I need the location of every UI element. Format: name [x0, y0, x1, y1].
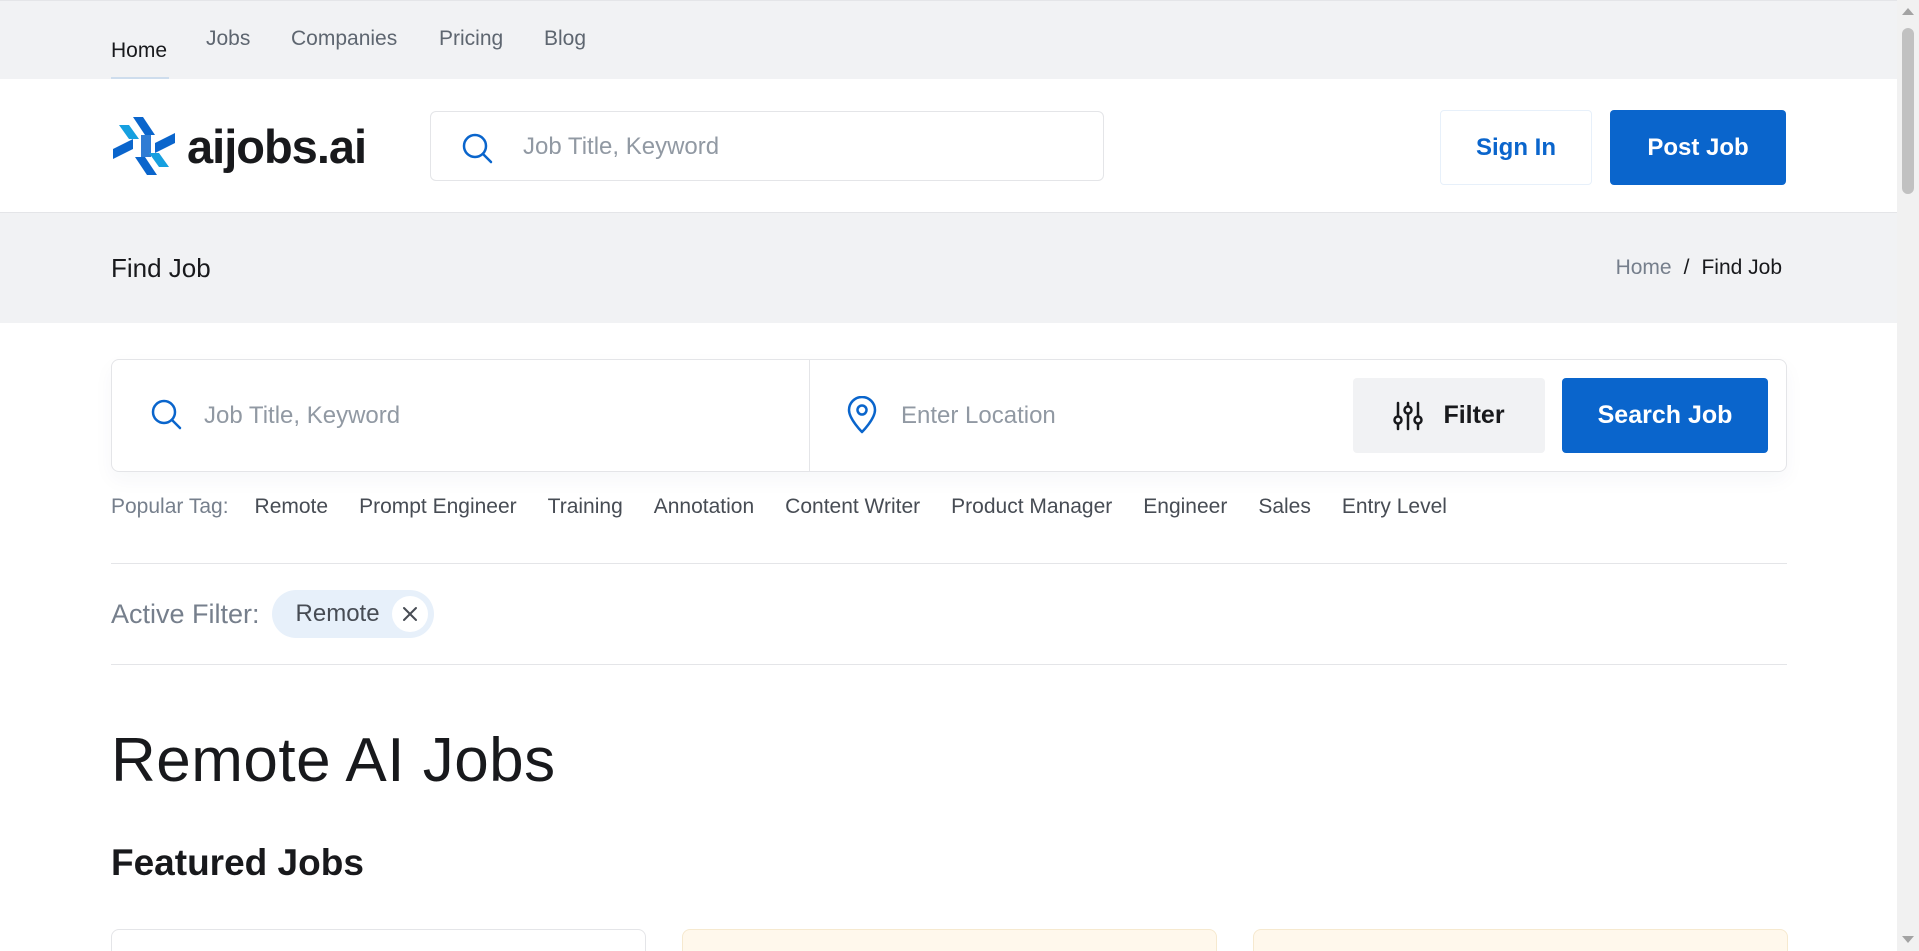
popular-tag[interactable]: Annotation — [654, 495, 754, 519]
job-card[interactable] — [111, 929, 646, 951]
logo-icon — [113, 117, 175, 175]
breadcrumb-current: Find Job — [1701, 256, 1782, 279]
popular-tag[interactable]: Prompt Engineer — [359, 495, 517, 519]
keyword-input[interactable] — [202, 395, 766, 437]
scroll-down-arrow-icon[interactable] — [1902, 936, 1914, 943]
close-icon — [402, 607, 417, 621]
divider — [111, 563, 1787, 564]
breadcrumb: Home / Find Job — [1616, 256, 1782, 280]
scrollbar-thumb[interactable] — [1902, 28, 1914, 194]
job-card[interactable] — [1253, 929, 1788, 951]
popular-tags: Popular Tag: Remote Prompt Engineer Trai… — [111, 492, 1478, 522]
sign-in-button[interactable]: Sign In — [1440, 110, 1592, 185]
scroll-up-arrow-icon[interactable] — [1902, 8, 1914, 15]
popular-tag[interactable]: Sales — [1258, 495, 1311, 519]
post-job-button[interactable]: Post Job — [1610, 110, 1786, 185]
filter-chip-label: Remote — [295, 600, 380, 627]
divider — [111, 664, 1787, 665]
vertical-scrollbar[interactable] — [1897, 0, 1919, 951]
popular-tag[interactable]: Remote — [255, 495, 329, 519]
job-search-panel: Filter Search Job — [111, 359, 1787, 472]
nav-jobs[interactable]: Jobs — [206, 27, 250, 51]
nav-blog[interactable]: Blog — [544, 27, 586, 51]
filter-button-label: Filter — [1443, 401, 1505, 429]
active-filters: Active Filter: Remote — [111, 590, 434, 638]
header-search[interactable] — [430, 111, 1104, 181]
filter-chip: Remote — [271, 590, 434, 638]
popular-tags-label: Popular Tag: — [111, 495, 229, 518]
search-icon — [462, 133, 493, 164]
header-search-input[interactable] — [521, 126, 1085, 168]
nav-companies[interactable]: Companies — [291, 27, 397, 51]
site-header: aijobs.ai Sign In Post Job — [0, 79, 1897, 213]
popular-tag[interactable]: Product Manager — [951, 495, 1112, 519]
section-heading: Featured Jobs — [111, 842, 364, 883]
breadcrumb-separator: / — [1683, 256, 1690, 279]
location-pin-icon — [847, 396, 877, 434]
nav-home[interactable]: Home — [111, 27, 167, 75]
panel-divider — [809, 360, 810, 471]
search-job-button[interactable]: Search Job — [1562, 378, 1768, 453]
job-card[interactable] — [682, 929, 1217, 951]
breadcrumb-home[interactable]: Home — [1616, 256, 1672, 280]
search-icon — [151, 399, 182, 430]
page-title-band: Find Job Home / Find Job — [0, 213, 1897, 323]
location-input[interactable] — [899, 395, 1403, 437]
nav-pricing[interactable]: Pricing — [439, 27, 503, 51]
page-heading: Remote AI Jobs — [111, 726, 556, 795]
logo[interactable]: aijobs.ai — [111, 115, 367, 177]
top-navigation: Home Jobs Companies Pricing Blog — [0, 0, 1897, 80]
popular-tag[interactable]: Training — [548, 495, 623, 519]
popular-tag[interactable]: Content Writer — [785, 495, 920, 519]
remove-filter-button[interactable] — [391, 596, 428, 632]
sliders-icon — [1393, 401, 1424, 430]
active-filter-label: Active Filter: — [111, 598, 260, 629]
page: Home Jobs Companies Pricing Blog aijobs.… — [0, 0, 1897, 951]
page-title: Find Job — [111, 253, 211, 283]
logo-wordmark: aijobs.ai — [187, 119, 367, 173]
popular-tag[interactable]: Entry Level — [1342, 495, 1447, 519]
filter-button[interactable]: Filter — [1353, 378, 1545, 453]
popular-tag[interactable]: Engineer — [1143, 495, 1227, 519]
